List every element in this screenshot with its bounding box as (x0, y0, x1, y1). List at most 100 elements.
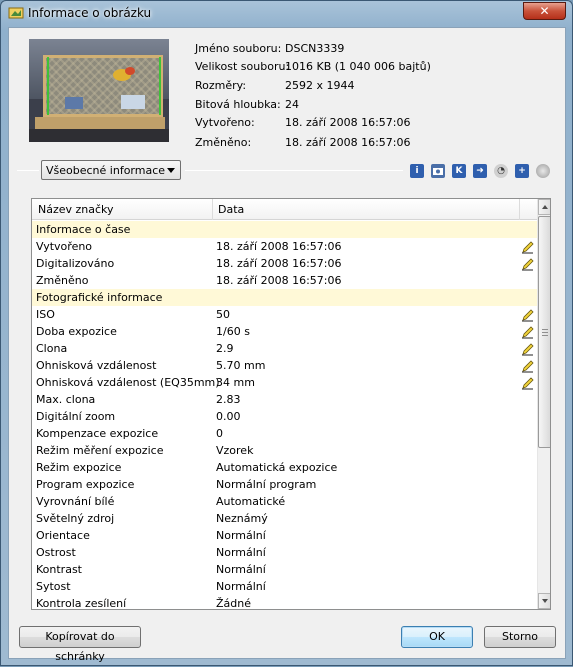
table-row[interactable]: Změněno 18. září 2008 16:57:06 (32, 272, 537, 289)
separator-left (17, 170, 39, 171)
tag-name-cell: Ohnisková vzdálenost (EQ35mm) (36, 376, 220, 389)
tag-value-cell: 0 (216, 427, 223, 440)
ok-button[interactable]: OK (401, 626, 473, 648)
edit-pencil-icon[interactable] (521, 308, 535, 322)
table-row[interactable]: Kontrast Normální (32, 561, 537, 578)
table-row[interactable]: Max. clona 2.83 (32, 391, 537, 408)
prop-value: 1016 KB (1 040 006 bajtů) (285, 60, 431, 73)
table-row[interactable]: Sytost Normální (32, 578, 537, 595)
plus-icon[interactable]: + (515, 164, 529, 178)
gps-icon[interactable]: ◔ (494, 164, 508, 178)
scroll-up-button[interactable] (538, 199, 550, 215)
k-icon[interactable]: K (452, 164, 466, 178)
scroll-thumb[interactable] (538, 216, 550, 448)
prop-value: DSCN3339 (285, 42, 345, 55)
metadata-table: Název značky Data Informace o čase Vytvoř… (31, 198, 551, 610)
view-select-value: Všeobecné informace (46, 164, 166, 177)
tag-name-cell: Orientace (36, 529, 90, 542)
prop-value: 18. září 2008 16:57:06 (285, 136, 411, 149)
tag-value-cell: 18. září 2008 16:57:06 (216, 240, 342, 253)
tag-value-cell: 34 mm (216, 376, 255, 389)
tag-name-cell: Světelný zdroj (36, 512, 115, 525)
table-row[interactable]: Světelný zdroj Neznámý (32, 510, 537, 527)
edit-pencil-icon[interactable] (521, 376, 535, 390)
tag-value-cell: Normální (216, 546, 266, 559)
prop-label: Rozměry: (195, 79, 247, 92)
tag-name-cell: Kontrast (36, 563, 82, 576)
tag-name-cell: Změněno (36, 274, 89, 287)
table-row[interactable]: Digitální zoom 0.00 (32, 408, 537, 425)
tag-value-cell: Automatická expozice (216, 461, 338, 474)
table-row[interactable]: Kontrola zesílení Žádné (32, 595, 537, 610)
table-row[interactable]: Clona 2.9 (32, 340, 537, 357)
vertical-scrollbar[interactable] (537, 199, 550, 609)
column-header-tag-name[interactable]: Název značky (38, 203, 114, 216)
edit-pencil-icon[interactable] (521, 325, 535, 339)
section-title: Informace o čase (36, 223, 131, 236)
edit-pencil-icon[interactable] (521, 257, 535, 271)
tag-name-cell: Kompenzace expozice (36, 427, 159, 440)
tag-name-cell: Sytost (36, 580, 71, 593)
section-title: Fotografické informace (36, 291, 163, 304)
section-row[interactable]: Informace o čase (32, 221, 537, 238)
table-row[interactable]: Doba expozice 1/60 s (32, 323, 537, 340)
edit-pencil-icon[interactable] (521, 240, 535, 254)
table-row[interactable]: Režim měření expozice Vzorek (32, 442, 537, 459)
tag-name-cell: Digitalizováno (36, 257, 115, 270)
table-row[interactable]: ISO 50 (32, 306, 537, 323)
copy-to-clipboard-button[interactable]: Kopírovat do schránky (19, 626, 141, 663)
tag-value-cell: 50 (216, 308, 230, 321)
prop-value: 2592 x 1944 (285, 79, 355, 92)
tag-value-cell: Normální (216, 529, 266, 542)
table-row[interactable]: Program expozice Normální program (32, 476, 537, 493)
tag-name-cell: Ohnisková vzdálenost (36, 359, 157, 372)
tag-value-cell: 1/60 s (216, 325, 250, 338)
title-bar[interactable]: Informace o obrázku ✕ (1, 1, 572, 27)
tag-name-cell: Režim měření expozice (36, 444, 164, 457)
tag-value-cell: 5.70 mm (216, 359, 266, 372)
tag-value-cell: Automatické (216, 495, 286, 508)
cancel-button[interactable]: Storno (484, 626, 556, 648)
prop-label: Vytvořeno: (195, 116, 255, 129)
table-body: Informace o čase Vytvořeno 18. září 2008 1… (32, 221, 537, 610)
tag-value-cell: Žádné (216, 597, 251, 610)
section-row[interactable]: Fotografické informace (32, 289, 537, 306)
window-title: Informace o obrázku (28, 6, 152, 20)
image-thumbnail (29, 39, 169, 142)
info-icon[interactable]: i (410, 164, 424, 178)
table-row[interactable]: Vyrovnání bílé Automatické (32, 493, 537, 510)
chevron-down-icon (167, 168, 175, 173)
prop-value: 18. září 2008 16:57:06 (285, 116, 411, 129)
tag-value-cell: 0.00 (216, 410, 241, 423)
table-row[interactable]: Digitalizováno 18. září 2008 16:57:06 (32, 255, 537, 272)
dialog-body: Jméno souboru: DSCN3339 Velikost souboru… (8, 27, 566, 663)
tag-value-cell: Neznámý (216, 512, 268, 525)
table-row[interactable]: Ohnisková vzdálenost 5.70 mm (32, 357, 537, 374)
camera-icon[interactable] (431, 164, 445, 178)
tag-value-cell: 18. září 2008 16:57:06 (216, 274, 342, 287)
scroll-down-button[interactable] (538, 593, 550, 609)
table-row[interactable]: Kompenzace expozice 0 (32, 425, 537, 442)
prop-label: Jméno souboru: (195, 42, 282, 55)
view-select[interactable]: Všeobecné informace (41, 160, 181, 180)
column-header-data[interactable]: Data (218, 203, 244, 216)
close-button[interactable]: ✕ (523, 2, 566, 20)
circle-icon[interactable] (536, 164, 550, 178)
table-row[interactable]: Ostrost Normální (32, 544, 537, 561)
tag-value-cell: Normální (216, 580, 266, 593)
table-row[interactable]: Ohnisková vzdálenost (EQ35mm) 34 mm (32, 374, 537, 391)
table-header: Název značky Data (32, 199, 537, 220)
table-row[interactable]: Orientace Normální (32, 527, 537, 544)
tag-value-cell: Vzorek (216, 444, 254, 457)
tag-value-cell: 2.83 (216, 393, 241, 406)
arrow-icon[interactable]: ➜ (473, 164, 487, 178)
table-row[interactable]: Vytvořeno 18. září 2008 16:57:06 (32, 238, 537, 255)
edit-pencil-icon[interactable] (521, 342, 535, 356)
separator-right (185, 170, 403, 171)
tag-name-cell: Režim expozice (36, 461, 122, 474)
tag-value-cell: Normální (216, 563, 266, 576)
edit-pencil-icon[interactable] (521, 359, 535, 373)
prop-label: Velikost souboru: (195, 60, 290, 73)
table-row[interactable]: Režim expozice Automatická expozice (32, 459, 537, 476)
tag-name-cell: Ostrost (36, 546, 76, 559)
